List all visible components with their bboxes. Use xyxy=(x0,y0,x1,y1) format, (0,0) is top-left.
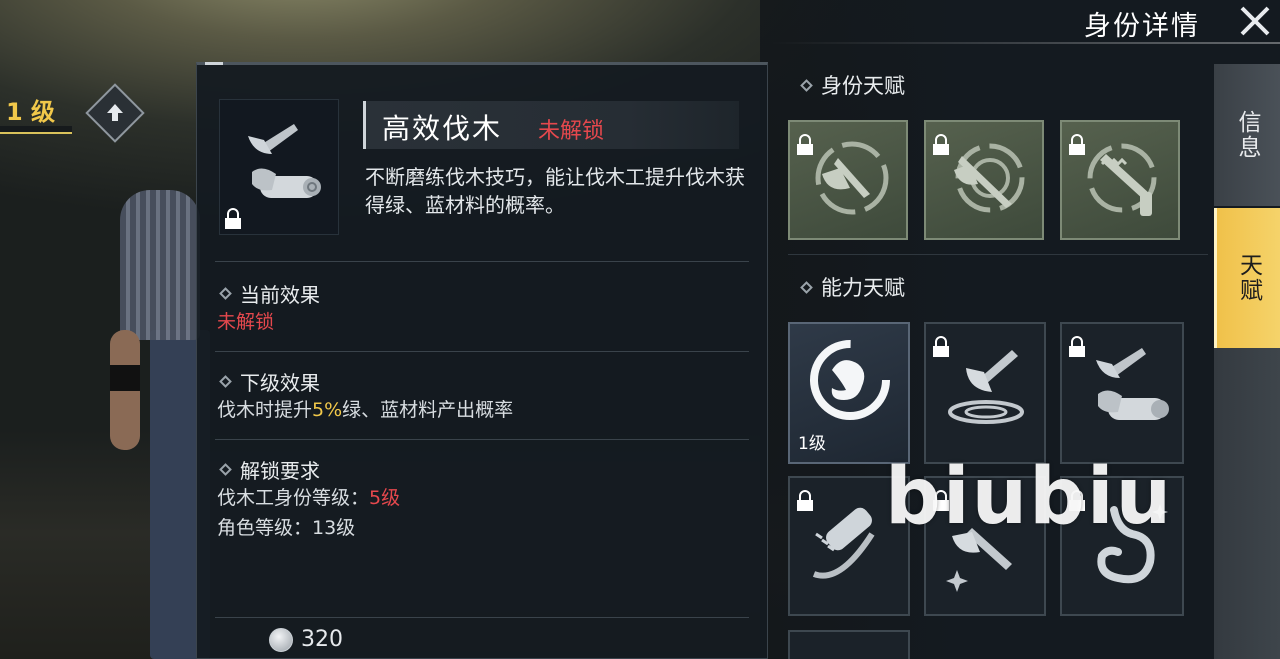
requirement-identity-label: 伐木工身份等级： xyxy=(217,487,370,509)
divider xyxy=(215,261,749,262)
next-effect-percent: 5% xyxy=(312,399,343,421)
skill-status: 未解锁 xyxy=(538,119,605,144)
diamond-bullet-icon xyxy=(219,374,232,388)
next-effect-section: 下级效果 伐木时提升5%绿、蓝材料产出概率 xyxy=(217,367,747,425)
current-effect-heading: 当前效果 xyxy=(240,282,320,307)
saw-circle-icon xyxy=(1087,143,1157,216)
identity-talents-heading: 身份天赋 xyxy=(798,70,905,100)
skill-description: 不断磨练伐木技巧，能让伐木工提升伐木获得绿、蓝材料的概率。 xyxy=(365,165,745,217)
requirement-identity-value: 5级 xyxy=(369,487,401,509)
ability-talent-slot-3[interactable] xyxy=(1060,322,1184,464)
diamond-bullet-icon xyxy=(219,286,232,300)
skill-name: 高效伐木 xyxy=(382,112,503,145)
tab-info[interactable]: 信息 xyxy=(1214,64,1280,206)
ability-talent-slot-7[interactable] xyxy=(788,630,910,659)
divider xyxy=(215,617,749,618)
diamond-bullet-icon xyxy=(800,280,813,294)
next-effect-text: 伐木时提升5%绿、蓝材料产出概率 xyxy=(217,395,747,425)
identity-talent-slot-2[interactable] xyxy=(924,120,1044,240)
ability-talents-heading: 能力天赋 xyxy=(798,272,905,302)
axe-log-icon xyxy=(1096,348,1169,420)
strength-arm-icon xyxy=(810,340,890,420)
character-shirt xyxy=(120,190,200,340)
ability-talent-slot-1[interactable]: 1级 xyxy=(788,322,910,464)
requirement-character-level: 角色等级：13级 xyxy=(217,517,356,539)
lock-icon xyxy=(1069,134,1085,155)
tab-talent-label: 天赋 xyxy=(1235,253,1262,303)
watermark: biubiu xyxy=(885,452,1174,542)
next-effect-prefix: 伐木时提升 xyxy=(217,399,313,421)
player-level-label: 1 级 xyxy=(6,98,56,126)
player-level-bar xyxy=(0,126,72,134)
lock-icon xyxy=(797,490,813,511)
chainsaw-icon xyxy=(812,507,875,579)
character-wristband xyxy=(110,365,140,391)
tab-bar-background xyxy=(1214,348,1280,659)
upgrade-icon[interactable] xyxy=(85,83,145,143)
current-effect-value: 未解锁 xyxy=(217,311,275,333)
axe-crossed-icon xyxy=(954,143,1025,213)
cost-amount: 320 xyxy=(301,627,343,652)
identity-talent-slot-3[interactable] xyxy=(1060,120,1180,240)
page-title: 身份详情 xyxy=(1084,11,1200,42)
lock-icon xyxy=(933,336,949,357)
tab-talent[interactable]: 天赋 xyxy=(1214,208,1280,348)
player-character xyxy=(110,180,210,659)
unlock-requirements-section: 解锁要求 伐木工身份等级：5级 角色等级：13级 xyxy=(217,455,747,543)
panel-top-marker xyxy=(205,62,223,65)
next-effect-heading: 下级效果 xyxy=(240,370,320,395)
talent-detail-panel: 高效伐木 未解锁 不断磨练伐木技巧，能让伐木工提升伐木获得绿、蓝材料的概率。 当… xyxy=(196,62,768,659)
next-effect-suffix: 绿、蓝材料产出概率 xyxy=(342,399,514,421)
identity-talent-slot-1[interactable] xyxy=(788,120,908,240)
group-divider xyxy=(788,254,1208,255)
upgrade-cost: 320 xyxy=(269,627,343,652)
lock-icon xyxy=(797,134,813,155)
coin-icon xyxy=(269,627,293,652)
ability-talent-slot-2[interactable] xyxy=(924,322,1046,464)
divider xyxy=(215,351,749,352)
lock-icon xyxy=(1069,336,1085,357)
tab-info-label: 信息 xyxy=(1234,110,1260,160)
lock-icon xyxy=(933,134,949,155)
requirement-identity-level: 伐木工身份等级：5级 xyxy=(217,483,747,513)
diamond-bullet-icon xyxy=(219,462,232,476)
ability-talents-label: 能力天赋 xyxy=(821,276,905,300)
unlock-requirements-heading: 解锁要求 xyxy=(240,458,320,483)
lock-icon xyxy=(225,208,241,229)
axe-log-icon xyxy=(248,124,321,198)
axe-circle-icon xyxy=(815,141,889,215)
current-effect-section: 当前效果 未解锁 xyxy=(217,279,747,337)
diamond-bullet-icon xyxy=(800,78,813,92)
talent-level-label: 1级 xyxy=(798,434,826,454)
close-icon[interactable] xyxy=(1236,2,1274,40)
axe-impact-icon xyxy=(948,350,1024,424)
divider xyxy=(215,439,749,440)
skill-icon-frame xyxy=(219,99,339,235)
skill-title-bar: 高效伐木 未解锁 xyxy=(363,101,739,149)
identity-talents-label: 身份天赋 xyxy=(821,74,905,98)
header-divider xyxy=(770,42,1280,44)
